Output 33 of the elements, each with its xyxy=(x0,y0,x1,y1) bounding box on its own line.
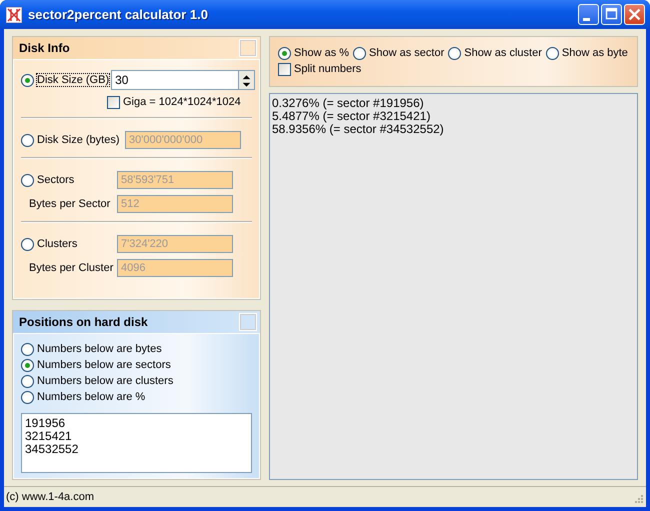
radio-button[interactable]: Show as sector xyxy=(353,46,444,60)
number-line: 3215421 xyxy=(25,430,73,443)
checkbox[interactable]: Giga = 1024*1024*1024 xyxy=(107,96,241,108)
checkbox[interactable]: Split numbers xyxy=(278,62,362,76)
minimize-button[interactable] xyxy=(578,4,599,25)
spin-buttons[interactable] xyxy=(239,70,256,90)
result-line: 5.4877% (= sector #3215421) xyxy=(272,110,432,123)
minimize-icon xyxy=(582,18,590,21)
radio-button[interactable]: Disk Size (GB) xyxy=(21,74,110,86)
field-label: Bytes per Cluster xyxy=(28,262,114,274)
window-title: sector2percent calculator 1.0 xyxy=(28,7,209,22)
panel-title: Positions on hard disk xyxy=(19,315,149,329)
maximize-button[interactable] xyxy=(601,4,622,25)
radio-button[interactable]: Show as byte xyxy=(546,46,628,60)
input-field[interactable]: 30 xyxy=(111,70,240,90)
result-line: 58.9356% (= sector #34532552) xyxy=(272,123,445,136)
number-line: 191956 xyxy=(25,417,66,430)
status-text: (c) www.1-4a.com xyxy=(6,491,94,503)
field-label: Bytes per Sector xyxy=(28,198,112,210)
result-line: 0.3276% (= sector #191956) xyxy=(272,97,425,110)
resize-grip-icon xyxy=(632,494,644,506)
radio-button[interactable]: Show as cluster xyxy=(448,46,542,60)
radio-button[interactable]: Show as % xyxy=(278,46,350,60)
radio-button[interactable]: Numbers below are % xyxy=(21,390,146,404)
result-box[interactable]: 0.3276% (= sector #191956) 5.4877% (= sector #3215421) 58.9356% (= sector #34532552) xyxy=(269,93,638,480)
panel-title: Disk Info xyxy=(19,41,71,55)
numbers-field[interactable]: 191956 3215421 34532552 xyxy=(21,413,252,473)
number-line: 34532552 xyxy=(25,443,80,456)
radio-button[interactable]: Numbers below are clusters xyxy=(21,374,174,388)
radio-button[interactable]: Numbers below are bytes xyxy=(21,342,162,356)
close-button[interactable] xyxy=(624,4,645,25)
app-icon xyxy=(6,6,22,22)
radio-button[interactable]: Numbers below are sectors xyxy=(21,358,171,372)
